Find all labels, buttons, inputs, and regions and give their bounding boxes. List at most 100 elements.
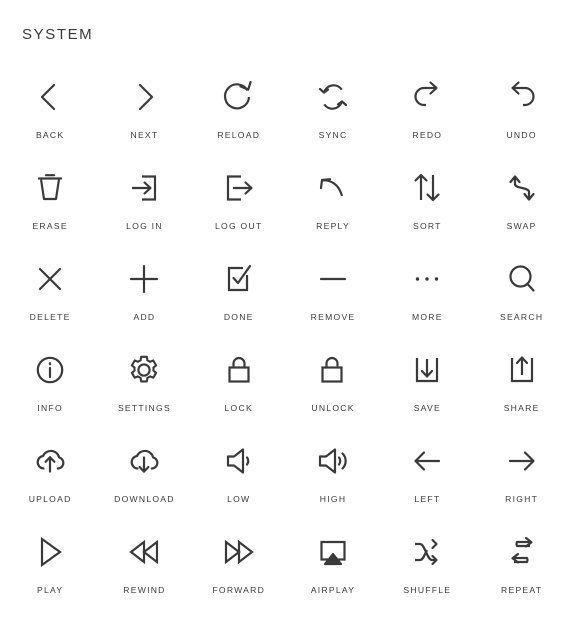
icon-cell-save[interactable]: SAVE — [380, 335, 474, 426]
icon-cell-reload[interactable]: RELOAD — [192, 62, 286, 153]
icon-cell-more[interactable]: MORE — [380, 244, 474, 335]
play-icon[interactable] — [28, 530, 72, 574]
icon-cell-delete[interactable]: DELETE — [3, 244, 97, 335]
icon-cell-download[interactable]: DOWNLOAD — [97, 426, 191, 517]
delete-icon[interactable] — [28, 257, 72, 301]
icon-cell-erase[interactable]: ERASE — [3, 153, 97, 244]
icon-cell-redo[interactable]: REDO — [380, 62, 474, 153]
log-out-icon[interactable] — [217, 166, 261, 210]
icon-label: REMOVE — [310, 312, 356, 322]
icon-cell-sync[interactable]: SYNC — [286, 62, 380, 153]
icon-cell-upload[interactable]: UPLOAD — [3, 426, 97, 517]
airplay-icon[interactable] — [311, 530, 355, 574]
icon-label: ERASE — [32, 221, 68, 231]
add-icon[interactable] — [122, 257, 166, 301]
next-icon[interactable] — [122, 75, 166, 119]
download-icon[interactable] — [122, 439, 166, 483]
icon-cell-rewind[interactable]: REWIND — [97, 517, 191, 608]
icon-label: SORT — [412, 221, 442, 231]
erase-icon[interactable] — [28, 166, 72, 210]
icon-label: RELOAD — [217, 130, 261, 140]
icon-cell-forward[interactable]: FORWARD — [192, 517, 286, 608]
icon-label: LOG IN — [126, 221, 163, 231]
swap-icon[interactable] — [500, 166, 544, 210]
icon-cell-airplay[interactable]: AIRPLAY — [286, 517, 380, 608]
rewind-icon[interactable] — [122, 530, 166, 574]
done-icon[interactable] — [217, 257, 261, 301]
reply-icon[interactable] — [311, 166, 355, 210]
page-title: SYSTEM — [22, 26, 94, 43]
icon-cell-search[interactable]: SEARCH — [474, 244, 568, 335]
volume-high-icon[interactable] — [311, 439, 355, 483]
icon-label: MORE — [411, 312, 443, 322]
icon-cell-shuffle[interactable]: SHUFFLE — [380, 517, 474, 608]
icon-cell-play[interactable]: PLAY — [3, 517, 97, 608]
icon-cell-reply[interactable]: REPLY — [286, 153, 380, 244]
icon-label: AIRPLAY — [310, 585, 356, 595]
icon-label: RIGHT — [505, 494, 539, 504]
icon-label: LOW — [227, 494, 251, 504]
icon-cell-right[interactable]: RIGHT — [474, 426, 568, 517]
icon-cell-undo[interactable]: UNDO — [474, 62, 568, 153]
icon-label: LOCK — [224, 403, 253, 413]
more-icon[interactable] — [405, 257, 449, 301]
icon-cell-share[interactable]: SHARE — [474, 335, 568, 426]
right-icon[interactable] — [500, 439, 544, 483]
save-icon[interactable] — [405, 348, 449, 392]
undo-icon[interactable] — [500, 75, 544, 119]
repeat-icon[interactable] — [500, 530, 544, 574]
sync-icon[interactable] — [311, 75, 355, 119]
icon-cell-volume-high[interactable]: HIGH — [286, 426, 380, 517]
icon-label: SAVE — [413, 403, 441, 413]
icon-cell-log-in[interactable]: LOG IN — [97, 153, 191, 244]
icon-label: DONE — [223, 312, 254, 322]
shuffle-icon[interactable] — [405, 530, 449, 574]
search-icon[interactable] — [500, 257, 544, 301]
icon-cell-back[interactable]: BACK — [3, 62, 97, 153]
icon-cell-swap[interactable]: SWAP — [474, 153, 568, 244]
icon-cell-lock[interactable]: LOCK — [192, 335, 286, 426]
info-icon[interactable] — [28, 348, 72, 392]
icon-label: REPEAT — [501, 585, 543, 595]
icon-cell-volume-low[interactable]: LOW — [192, 426, 286, 517]
reload-icon[interactable] — [217, 75, 261, 119]
redo-icon[interactable] — [405, 75, 449, 119]
sort-icon[interactable] — [405, 166, 449, 210]
icon-label: DOWNLOAD — [114, 494, 175, 504]
forward-icon[interactable] — [217, 530, 261, 574]
lock-icon[interactable] — [217, 348, 261, 392]
remove-icon[interactable] — [311, 257, 355, 301]
volume-low-icon[interactable] — [217, 439, 261, 483]
icon-label: ADD — [133, 312, 156, 322]
icon-label: HIGH — [319, 494, 347, 504]
icon-cell-settings[interactable]: SETTINGS — [97, 335, 191, 426]
settings-icon[interactable] — [122, 348, 166, 392]
icon-cell-log-out[interactable]: LOG OUT — [192, 153, 286, 244]
icon-label: INFO — [37, 403, 63, 413]
icon-cell-info[interactable]: INFO — [3, 335, 97, 426]
icon-label: LEFT — [414, 494, 441, 504]
icon-label: REPLY — [316, 221, 350, 231]
icon-cell-done[interactable]: DONE — [192, 244, 286, 335]
icon-cell-next[interactable]: NEXT — [97, 62, 191, 153]
icon-cell-remove[interactable]: REMOVE — [286, 244, 380, 335]
icon-label: SETTINGS — [117, 403, 171, 413]
log-in-icon[interactable] — [122, 166, 166, 210]
icon-label: UPLOAD — [28, 494, 72, 504]
back-icon[interactable] — [28, 75, 72, 119]
icon-label: REWIND — [123, 585, 166, 595]
icon-label: BACK — [35, 130, 65, 140]
icon-cell-sort[interactable]: SORT — [380, 153, 474, 244]
unlock-icon[interactable] — [311, 348, 355, 392]
share-icon[interactable] — [500, 348, 544, 392]
icon-label: NEXT — [130, 130, 159, 140]
icon-label: PLAY — [36, 585, 64, 595]
icon-cell-left[interactable]: LEFT — [380, 426, 474, 517]
upload-icon[interactable] — [28, 439, 72, 483]
icon-cell-repeat[interactable]: REPEAT — [474, 517, 568, 608]
left-icon[interactable] — [405, 439, 449, 483]
icon-label: UNLOCK — [311, 403, 355, 413]
icon-cell-unlock[interactable]: UNLOCK — [286, 335, 380, 426]
icon-cell-add[interactable]: ADD — [97, 244, 191, 335]
icon-label: SHARE — [503, 403, 540, 413]
